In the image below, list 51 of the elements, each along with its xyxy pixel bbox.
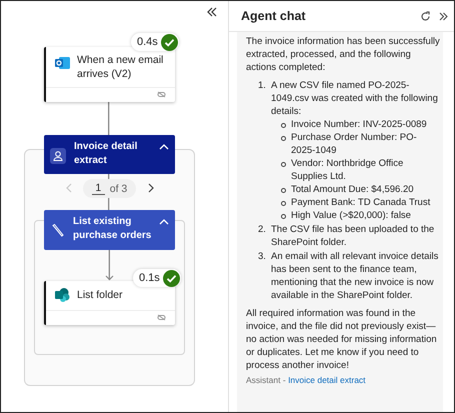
expand-icon[interactable] <box>439 12 448 20</box>
duration-badge: 0.4s <box>131 33 179 51</box>
detail-text: High Value (>$20,000): false <box>291 209 411 222</box>
bullet-icon <box>281 123 286 128</box>
bullet-icon <box>281 214 286 219</box>
step-text: An email with all relevant invoice details has been sent to the finance team, mentioning that the new invoice is now available in the SharePoint folder. <box>271 250 440 302</box>
bullet-icon <box>281 188 286 193</box>
message-text: All required information was found in the invoice, and the file did not previously exist—no action was needed for missing information or duplicates. Let me know if you need to process another invoice! <box>246 307 438 372</box>
page-field[interactable]: 1 <box>92 182 105 195</box>
action-title: List folder <box>77 288 124 302</box>
link-icon <box>157 314 166 321</box>
source-link[interactable]: Invoice detail extract <box>288 375 366 385</box>
list-number: 2. <box>258 223 267 237</box>
detail-text: Total Amount Due: $4,596.20 <box>291 183 414 196</box>
refresh-icon[interactable] <box>420 10 431 22</box>
page-total: of 3 <box>110 182 128 194</box>
trigger-title: When a new email arrives (V2) <box>77 53 164 81</box>
mail-app-icon <box>55 56 70 70</box>
detail-text: Invoice Number: INV-2025-0089 <box>291 118 427 131</box>
detail-text: Payment Bank: TD Canada Trust <box>291 196 430 209</box>
bullet-icon <box>281 136 286 141</box>
connector-line <box>108 198 110 210</box>
list-number: 1. <box>258 79 267 93</box>
next-icon[interactable] <box>148 183 154 193</box>
wrench-icon <box>51 223 65 237</box>
agent-icon <box>50 148 66 164</box>
tool-node[interactable]: List existing purchase orders <box>44 210 175 250</box>
sharepoint-app-icon <box>55 288 70 302</box>
agent-node[interactable]: Invoice detail extract <box>44 135 175 174</box>
duration-badge: 0.1s <box>133 269 181 287</box>
action-card[interactable]: List folder <box>44 281 175 325</box>
step-text: The CSV file has been uploaded to the SharePoint folder. <box>271 223 436 249</box>
detail-text: Vendor: Northbridge Office Supplies Ltd. <box>291 157 404 183</box>
connector-arrow <box>105 250 114 281</box>
collapse-icon[interactable] <box>207 7 217 17</box>
chevron-icon[interactable] <box>158 217 170 227</box>
panel-title: Agent chat <box>241 10 307 22</box>
detail-text: Purchase Order Number: PO-2025-1049 <box>291 131 418 157</box>
connector-line <box>108 102 110 135</box>
step-text: A new CSV file named PO-2025-1049.csv was created with the following details: <box>271 79 439 118</box>
list-number: 3. <box>258 250 267 264</box>
sender-label: Assistant - <box>246 375 286 385</box>
trigger-card[interactable]: When a new email arrives (V2) <box>44 47 175 102</box>
bullet-icon <box>281 162 286 167</box>
agent-title: Invoice detail extract <box>74 140 138 168</box>
connector-line <box>108 174 110 179</box>
link-icon <box>157 91 166 98</box>
message-text: The invoice information has been successfully extracted, processed, and the following actions completed: <box>246 35 440 74</box>
bullet-icon <box>281 201 286 206</box>
chevron-icon[interactable] <box>158 142 170 152</box>
tool-title: List existing purchase orders <box>73 215 152 243</box>
